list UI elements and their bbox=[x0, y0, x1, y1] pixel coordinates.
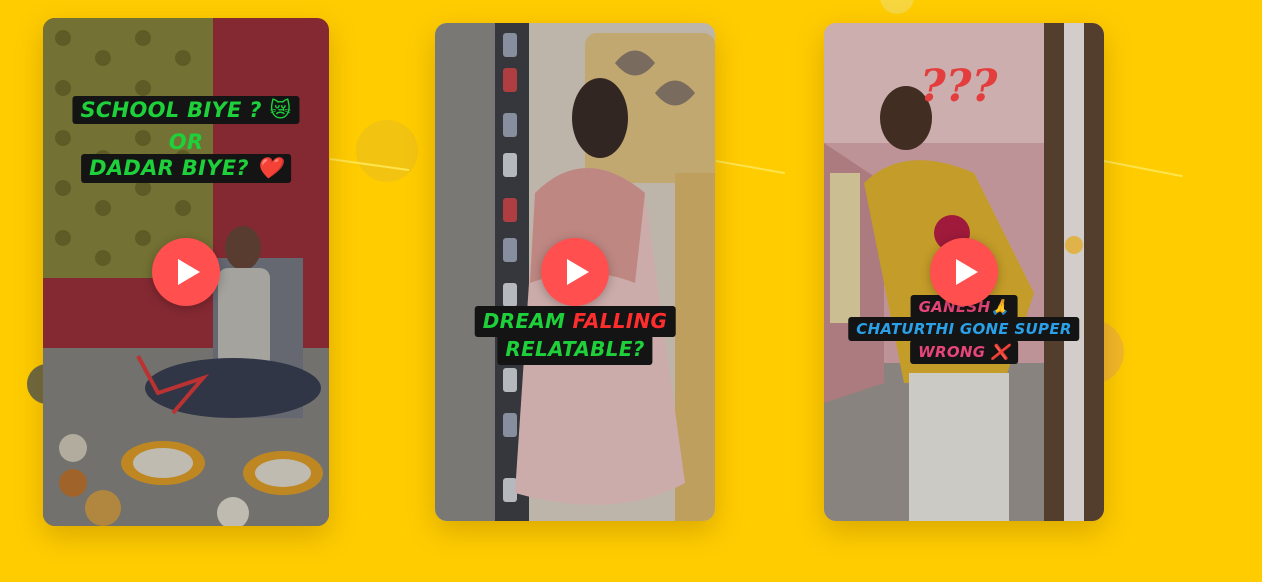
play-button[interactable] bbox=[152, 238, 220, 306]
caption-line: SCHOOL BIYE ? 😿 bbox=[72, 96, 300, 124]
caption-segment: DREAM bbox=[482, 309, 573, 333]
question-marks: ??? bbox=[920, 61, 998, 112]
decorative-line bbox=[1103, 160, 1183, 178]
video-card-1[interactable]: SCHOOL BIYE ? 😿 OR DADAR BIYE? ❤️ bbox=[43, 18, 329, 526]
caption-line: DREAM FALLING bbox=[474, 306, 676, 337]
caption-segment: FALLING bbox=[572, 309, 668, 333]
caption-line: OR bbox=[168, 130, 204, 154]
caption-line: DADAR BIYE? ❤️ bbox=[81, 154, 291, 183]
caption-line: RELATABLE? bbox=[497, 334, 653, 365]
play-button[interactable] bbox=[541, 238, 609, 306]
decorative-circle bbox=[356, 120, 418, 182]
caption-line: WRONG ❌ bbox=[910, 340, 1018, 364]
decorative-circle bbox=[880, 0, 914, 14]
caption-line: CHATURTHI GONE SUPER bbox=[848, 317, 1080, 341]
decorative-line bbox=[715, 160, 786, 175]
play-button[interactable] bbox=[930, 238, 998, 306]
video-card-3[interactable]: ??? GANESH🙏 CHATURTHI GONE SUPER WRONG ❌ bbox=[824, 23, 1104, 521]
video-card-2[interactable]: DREAM FALLING RELATABLE? bbox=[435, 23, 715, 521]
